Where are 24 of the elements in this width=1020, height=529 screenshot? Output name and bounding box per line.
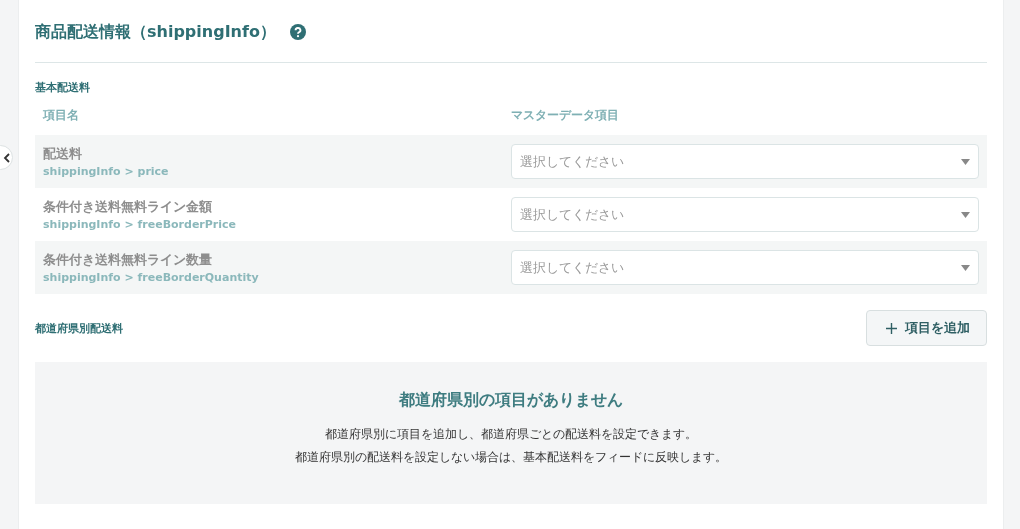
select-dropdown[interactable]: 選択してください (511, 197, 979, 232)
field-path: shippingInfo > freeBorderPrice (43, 218, 237, 231)
empty-state-text: 都道府県別の配送料を設定しない場合は、基本配送料をフィードに反映します。 (295, 449, 727, 466)
empty-state-text: 都道府県別に項目を追加し、都道府県ごとの配送料を設定できます。 (325, 426, 697, 443)
field-label: 条件付き送料無料ライン金額 (43, 198, 213, 216)
column-header: マスターデータ項目 (511, 106, 620, 124)
select-dropdown[interactable]: 選択してください (511, 250, 979, 285)
chevron-left-icon (2, 152, 11, 163)
subsection-heading: 基本配送料 (35, 80, 91, 95)
field-label: 条件付き送料無料ライン数量 (43, 251, 213, 269)
caret-icon (961, 264, 970, 271)
caret-icon (961, 211, 970, 218)
subsection-heading: 都道府県別配送料 (35, 320, 123, 336)
field-path: shippingInfo > price (43, 165, 170, 178)
plus-icon (886, 322, 897, 334)
field-path: shippingInfo > freeBorderQuantity (43, 271, 260, 284)
section-title: 商品配送情報（shippingInfo） (35, 21, 276, 43)
column-header: 項目名 (41, 106, 80, 124)
empty-state-title: 都道府県別の項目がありません (399, 390, 623, 411)
add-item-button[interactable]: 項目を追加 (866, 310, 987, 346)
help-icon[interactable] (289, 24, 306, 40)
select-dropdown[interactable]: 選択してください (511, 144, 979, 179)
caret-icon (961, 158, 970, 165)
field-label: 配送料 (43, 145, 83, 163)
